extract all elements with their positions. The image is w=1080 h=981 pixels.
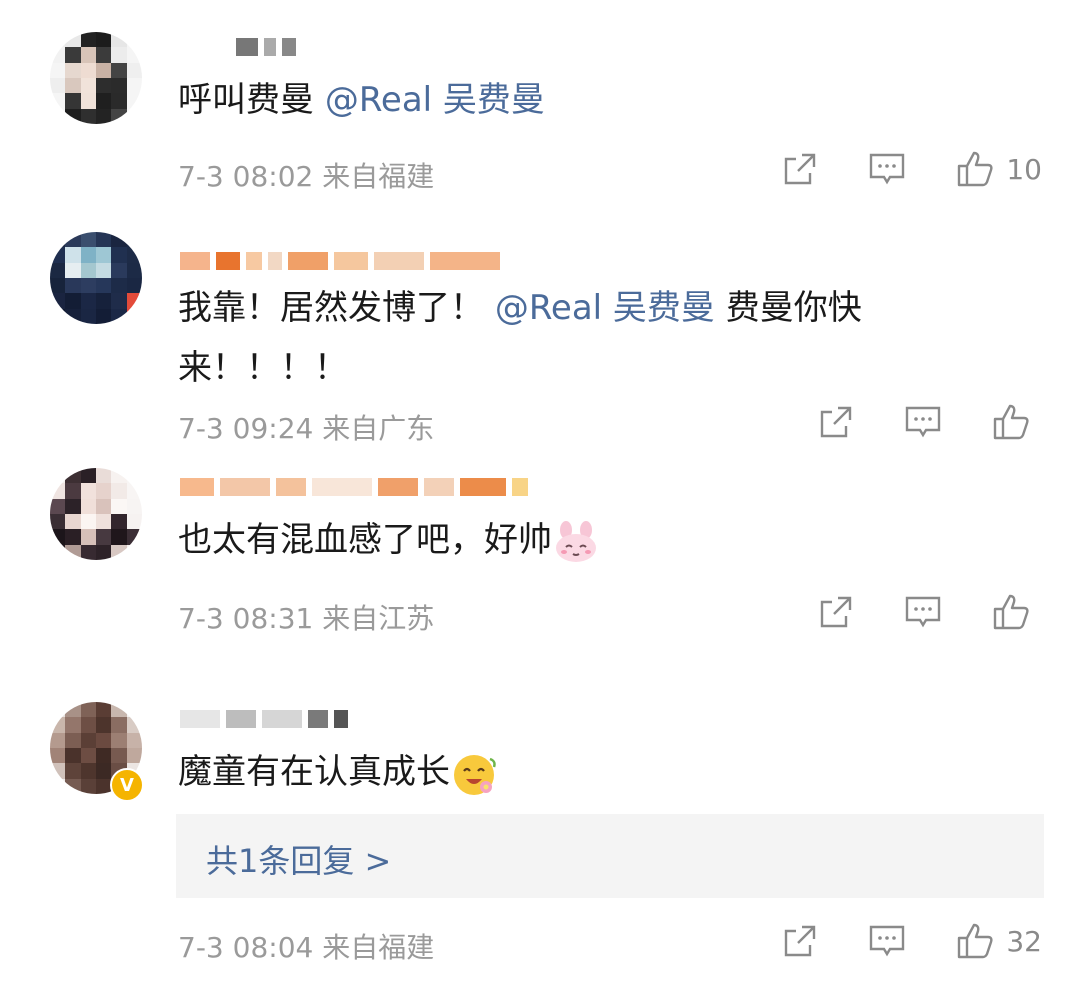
username-blurred[interactable]	[180, 472, 534, 502]
comment-text: 也太有混血感了吧，好帅	[178, 510, 938, 570]
username-blurred[interactable]	[180, 32, 302, 62]
thumbs-up-icon	[993, 404, 1029, 440]
comment-button[interactable]	[904, 404, 942, 440]
share-icon	[820, 596, 852, 628]
like-button[interactable]	[992, 593, 1042, 631]
comment-actions: 32	[732, 922, 1042, 960]
comment-text: 魔童有在认真成长	[178, 742, 938, 802]
comment-meta: 7-3 09:24 来自广东	[178, 407, 434, 447]
location: 来自福建	[322, 931, 435, 964]
share-button[interactable]	[818, 594, 854, 630]
comment-icon	[905, 596, 941, 628]
comment-body: 呼叫费曼	[178, 80, 325, 120]
share-button[interactable]	[818, 404, 854, 440]
share-icon	[785, 925, 816, 957]
comment-text: 呼叫费曼 @Real 吴费曼	[178, 70, 938, 130]
comment-icon	[870, 153, 905, 185]
share-icon	[785, 153, 816, 185]
comment-body-continued: 费曼你快	[714, 288, 862, 328]
mention-link[interactable]: @Real 吴费曼	[495, 288, 715, 328]
comment-body: 我靠！居然发博了！	[178, 288, 484, 328]
avatar[interactable]	[50, 232, 142, 324]
comment-meta: 7-3 08:31 来自江苏	[178, 597, 434, 637]
avatar[interactable]	[50, 32, 142, 124]
replies-preview[interactable]: 共1条回复 >	[176, 814, 1044, 898]
avatar[interactable]	[50, 468, 142, 560]
comment-actions: 10	[732, 150, 1042, 188]
bunny-emoji-icon	[556, 520, 596, 562]
timestamp: 7-3 09:24	[178, 412, 314, 445]
timestamp: 7-3 08:31	[178, 602, 314, 635]
comment-icon	[870, 925, 905, 957]
comment-item: 我靠！居然发博了！ @Real 吴费曼 费曼你快 来！！！！ 7-3 09:24…	[0, 210, 1080, 460]
comment-item: 也太有混血感了吧，好帅 7-3 08:31 来自江苏	[0, 460, 1080, 690]
comment-actions	[768, 403, 1042, 441]
comment-actions	[768, 593, 1042, 631]
mention-link[interactable]: @Real 吴费曼	[325, 80, 545, 120]
comment-body: 也太有混血感了吧，好帅	[178, 520, 552, 560]
timestamp: 7-3 08:04	[178, 931, 314, 964]
comment-body: 魔童有在认真成长	[178, 752, 450, 792]
comment-icon	[905, 406, 941, 438]
comment-button[interactable]	[904, 594, 942, 630]
share-button[interactable]	[782, 923, 818, 959]
location: 来自江苏	[322, 602, 435, 635]
verified-badge-icon: V	[110, 768, 144, 802]
view-replies-link[interactable]: 共1条回复 >	[206, 836, 391, 882]
like-button[interactable]: 32	[956, 922, 1042, 960]
comment-button[interactable]	[868, 151, 906, 187]
comment-item: V 魔童有在认真成长 共1条回复 > 7-3 08:04 来自福建 32	[0, 690, 1080, 981]
share-icon	[820, 406, 852, 438]
comment-button[interactable]	[868, 923, 906, 959]
like-count: 10	[1006, 152, 1042, 186]
comment-body-line2: 来！！！！	[178, 348, 348, 388]
comment-meta: 7-3 08:04 来自福建	[178, 926, 434, 966]
like-button[interactable]	[992, 403, 1042, 441]
comment-meta: 7-3 08:02 来自福建	[178, 155, 434, 195]
flower-smile-emoji-icon	[454, 754, 496, 795]
comment-text: 我靠！居然发博了！ @Real 吴费曼 费曼你快 来！！！！	[178, 278, 938, 398]
username-blurred[interactable]	[180, 704, 354, 734]
like-count: 32	[1006, 924, 1042, 958]
thumbs-up-icon	[993, 594, 1029, 630]
timestamp: 7-3 08:02	[178, 160, 314, 193]
location: 来自广东	[322, 412, 435, 445]
share-button[interactable]	[782, 151, 818, 187]
comment-item: 呼叫费曼 @Real 吴费曼 7-3 08:02 来自福建 10	[0, 0, 1080, 210]
thumbs-up-icon	[958, 923, 993, 959]
thumbs-up-icon	[958, 151, 993, 187]
username-blurred[interactable]	[180, 246, 506, 276]
location: 来自福建	[322, 160, 435, 193]
like-button[interactable]: 10	[956, 150, 1042, 188]
